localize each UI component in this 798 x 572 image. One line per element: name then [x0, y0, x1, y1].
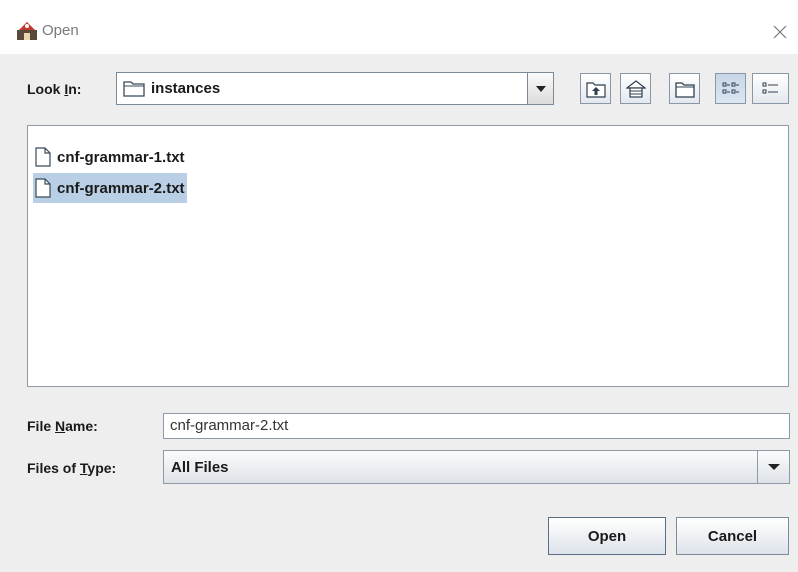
java-app-icon	[17, 22, 37, 40]
file-list-item-selected[interactable]: cnf-grammar-2.txt	[33, 173, 187, 203]
look-in-value: instances	[151, 79, 221, 97]
file-name-field[interactable]: cnf-grammar-2.txt	[163, 413, 790, 439]
chevron-down-icon	[767, 464, 780, 470]
cancel-button[interactable]: Cancel	[676, 517, 789, 555]
close-button[interactable]	[768, 20, 792, 44]
window-title: Open	[42, 22, 79, 39]
new-folder-button[interactable]	[669, 73, 700, 104]
look-in-label: Look In:	[27, 81, 82, 97]
file-list[interactable]: cnf-grammar-1.txt cnf-grammar-2.txt	[27, 125, 789, 387]
details-view-button[interactable]	[752, 73, 789, 104]
file-icon	[35, 178, 51, 198]
files-of-type-label: Files of Type:	[27, 460, 117, 476]
look-in-combo[interactable]: instances	[116, 72, 554, 105]
file-icon	[35, 147, 51, 167]
list-view-icon	[722, 82, 739, 93]
up-one-level-button[interactable]	[580, 73, 611, 104]
files-of-type-value: All Files	[171, 459, 229, 476]
look-in-dropdown-button[interactable]	[527, 73, 553, 104]
title-bar: Open	[0, 0, 798, 40]
files-of-type-dropdown-button[interactable]	[757, 451, 789, 483]
list-view-button[interactable]	[715, 73, 746, 104]
up-folder-icon	[585, 81, 606, 98]
home-button[interactable]	[620, 73, 651, 104]
file-name-label: File Name:	[27, 418, 98, 434]
file-list-item[interactable]: cnf-grammar-1.txt	[33, 142, 187, 172]
file-name-label: cnf-grammar-1.txt	[57, 148, 185, 166]
chevron-down-icon	[535, 85, 546, 92]
new-folder-icon	[674, 81, 695, 98]
details-view-icon	[762, 82, 778, 93]
files-of-type-combo[interactable]: All Files	[163, 450, 790, 484]
open-button[interactable]: Open	[548, 517, 666, 555]
home-icon	[625, 79, 646, 98]
folder-icon	[123, 81, 145, 97]
close-icon	[773, 25, 787, 39]
file-name-label: cnf-grammar-2.txt	[57, 179, 185, 197]
